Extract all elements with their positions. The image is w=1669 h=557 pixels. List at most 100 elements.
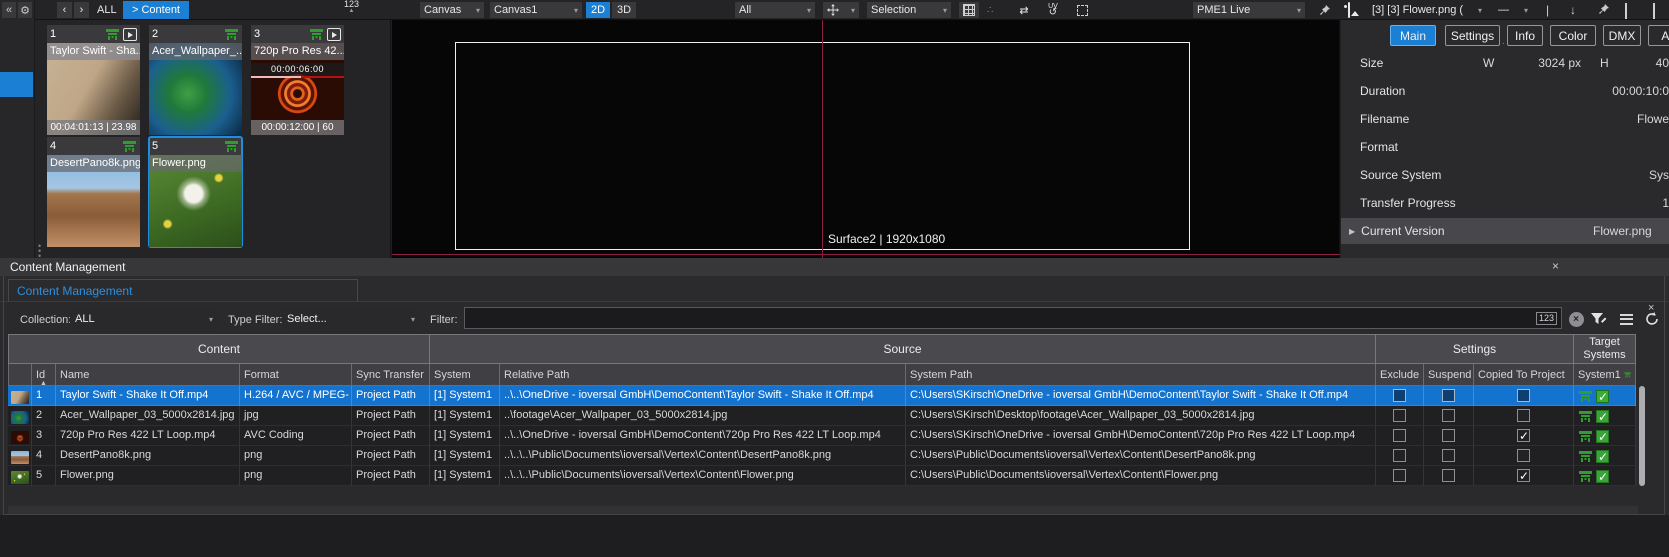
group-content[interactable]: Content: [8, 334, 430, 364]
menu-icon[interactable]: [1616, 310, 1636, 328]
suspend-checkbox[interactable]: [1442, 389, 1455, 402]
table-row[interactable]: 4 DesertPano8k.png png Project Path [1] …: [8, 446, 1636, 466]
selection-mode-dropdown[interactable]: Selection▾: [867, 2, 951, 18]
prop-size-w-value[interactable]: 3024 px: [1538, 56, 1581, 70]
inspector-target-dropdown[interactable]: [3] [3] Flower.png (▾: [1368, 2, 1486, 18]
server-icon: [1624, 370, 1631, 380]
uv-reset-icon[interactable]: UV↺: [1041, 2, 1065, 18]
collapse-panel-icon[interactable]: «: [2, 2, 16, 18]
grid-snap-icon[interactable]: [959, 2, 979, 18]
table-row[interactable]: 3 720p Pro Res 422 LT Loop.mp4 AVC Codin…: [8, 426, 1636, 446]
copied-checkbox[interactable]: [1517, 409, 1530, 422]
copied-checkbox[interactable]: [1517, 469, 1530, 482]
group-source[interactable]: Source: [430, 334, 1376, 364]
exclude-checkbox[interactable]: [1393, 389, 1406, 402]
table-row[interactable]: 2 Acer_Wallpaper_03_5000x2814.jpg jpg Pr…: [8, 406, 1636, 426]
clear-filter-icon[interactable]: ×: [1566, 310, 1586, 328]
exclude-checkbox[interactable]: [1393, 449, 1406, 462]
breadcrumb-all-label[interactable]: ALL: [97, 3, 117, 17]
content-tile-5[interactable]: 5 Flower.png: [149, 137, 242, 247]
suspend-checkbox[interactable]: [1442, 429, 1455, 442]
tab-main[interactable]: Main: [1390, 25, 1436, 46]
collection-dropdown[interactable]: ALL▾: [70, 309, 218, 329]
target-system1-checkbox[interactable]: [1596, 390, 1609, 403]
filter-input[interactable]: 123: [464, 307, 1562, 329]
filter-all-dropdown[interactable]: All▾: [735, 2, 815, 18]
group-target-systems[interactable]: Target Systems: [1574, 334, 1636, 364]
swap-transfer-icon[interactable]: ⇄: [1013, 2, 1035, 18]
arrow-down-icon[interactable]: ↓: [1570, 3, 1576, 17]
target-system1-checkbox[interactable]: [1596, 450, 1609, 463]
tab-dmx[interactable]: DMX: [1603, 25, 1641, 46]
col-id[interactable]: Id▲: [32, 364, 56, 386]
col-system[interactable]: System: [430, 364, 500, 386]
suspend-checkbox[interactable]: [1442, 449, 1455, 462]
target-system1-checkbox[interactable]: [1596, 470, 1609, 483]
active-rail-indicator[interactable]: [0, 72, 33, 97]
table-row[interactable]: 5 Flower.png png Project Path [1] System…: [8, 466, 1636, 486]
pin-icon[interactable]: [1315, 2, 1335, 18]
current-version-row[interactable]: ▶ Current Version Flower.png: [1341, 218, 1669, 244]
col-suspend[interactable]: Suspend: [1424, 364, 1474, 386]
content-tile-4[interactable]: 4 DesertPano8k.png: [47, 137, 140, 247]
target-system1-checkbox[interactable]: [1596, 410, 1609, 423]
expander-icon[interactable]: ▶: [1349, 227, 1355, 236]
cm-title-bar[interactable]: Content Management ×: [0, 258, 1669, 276]
copied-checkbox[interactable]: [1517, 429, 1530, 442]
filter-funnel-icon[interactable]: [1588, 310, 1608, 328]
tab-all[interactable]: All: [1648, 25, 1669, 46]
col-copied-to-project[interactable]: Copied To Project: [1474, 364, 1574, 386]
forward-button[interactable]: ›: [74, 2, 89, 18]
window-icon[interactable]: [1625, 4, 1627, 18]
canvas-dropdown[interactable]: Canvas▾: [420, 2, 484, 18]
clipped-toolbar-icon[interactable]: [1653, 4, 1655, 18]
ibeam-icon[interactable]: |: [1546, 3, 1549, 17]
mode-3d-button[interactable]: 3D: [612, 2, 636, 18]
pixel-grid-icon[interactable]: ∴: [987, 4, 993, 18]
horizontal-scrollbar[interactable]: [8, 506, 1638, 514]
copied-checkbox[interactable]: [1517, 449, 1530, 462]
col-exclude[interactable]: Exclude: [1376, 364, 1424, 386]
suspend-checkbox[interactable]: [1442, 469, 1455, 482]
tab-content[interactable]: > Content: [123, 1, 189, 19]
col-system1[interactable]: System1: [1574, 364, 1636, 386]
pin-icon[interactable]: [1598, 3, 1610, 18]
tab-settings[interactable]: Settings: [1445, 25, 1500, 46]
target-system1-checkbox[interactable]: [1596, 430, 1609, 443]
col-sync-transfer[interactable]: Sync Transfer: [352, 364, 430, 386]
close-icon[interactable]: ×: [1552, 260, 1559, 272]
copied-checkbox[interactable]: [1517, 389, 1530, 402]
col-system-path[interactable]: System Path: [906, 364, 1376, 386]
gear-icon[interactable]: ⚙: [18, 2, 32, 18]
content-tile-1[interactable]: 1 Taylor Swift - Sha... 00:04:01:13 | 23…: [47, 25, 140, 135]
tab-color[interactable]: Color: [1550, 25, 1596, 46]
crop-icon[interactable]: [1071, 2, 1093, 18]
live-mode-dropdown[interactable]: PME1 Live▾: [1193, 2, 1305, 18]
prop-duration-value[interactable]: 00:00:10:0: [1612, 84, 1669, 98]
content-tile-2[interactable]: 2 Acer_Wallpaper_...: [149, 25, 242, 135]
vertical-scrollbar[interactable]: [1639, 386, 1645, 486]
content-tile-3[interactable]: 3 720p Pro Res 42... 00:00:06:00 00:00:1…: [251, 25, 344, 135]
exclude-checkbox[interactable]: [1393, 469, 1406, 482]
move-tool-dropdown[interactable]: ▾: [823, 2, 859, 18]
canvas-viewport[interactable]: Surface2 | 1920x1080: [392, 20, 1340, 258]
tab-content-management[interactable]: Content Management: [8, 279, 358, 302]
prop-size-h-value[interactable]: 40: [1656, 56, 1669, 70]
type-filter-dropdown[interactable]: Select...▾: [282, 309, 420, 329]
exclude-checkbox[interactable]: [1393, 409, 1406, 422]
exclude-checkbox[interactable]: [1393, 429, 1406, 442]
col-name[interactable]: Name: [56, 364, 240, 386]
col-format[interactable]: Format: [240, 364, 352, 386]
refresh-icon[interactable]: [1642, 310, 1662, 328]
canvas-name-dropdown[interactable]: Canvas1▾: [490, 2, 582, 18]
tab-info[interactable]: Info: [1507, 25, 1543, 46]
mode-2d-button[interactable]: 2D: [586, 2, 610, 18]
suspend-checkbox[interactable]: [1442, 409, 1455, 422]
col-thumb[interactable]: [8, 364, 32, 386]
col-relative-path[interactable]: Relative Path: [500, 364, 906, 386]
table-row[interactable]: 1 Taylor Swift - Shake It Off.mp4 H.264 …: [8, 386, 1636, 406]
numeric-order-button[interactable]: 123 ▲: [344, 1, 359, 15]
dock-minus-dropdown[interactable]: —▾: [1494, 2, 1532, 18]
group-settings[interactable]: Settings: [1376, 334, 1574, 364]
back-button[interactable]: ‹: [57, 2, 72, 18]
